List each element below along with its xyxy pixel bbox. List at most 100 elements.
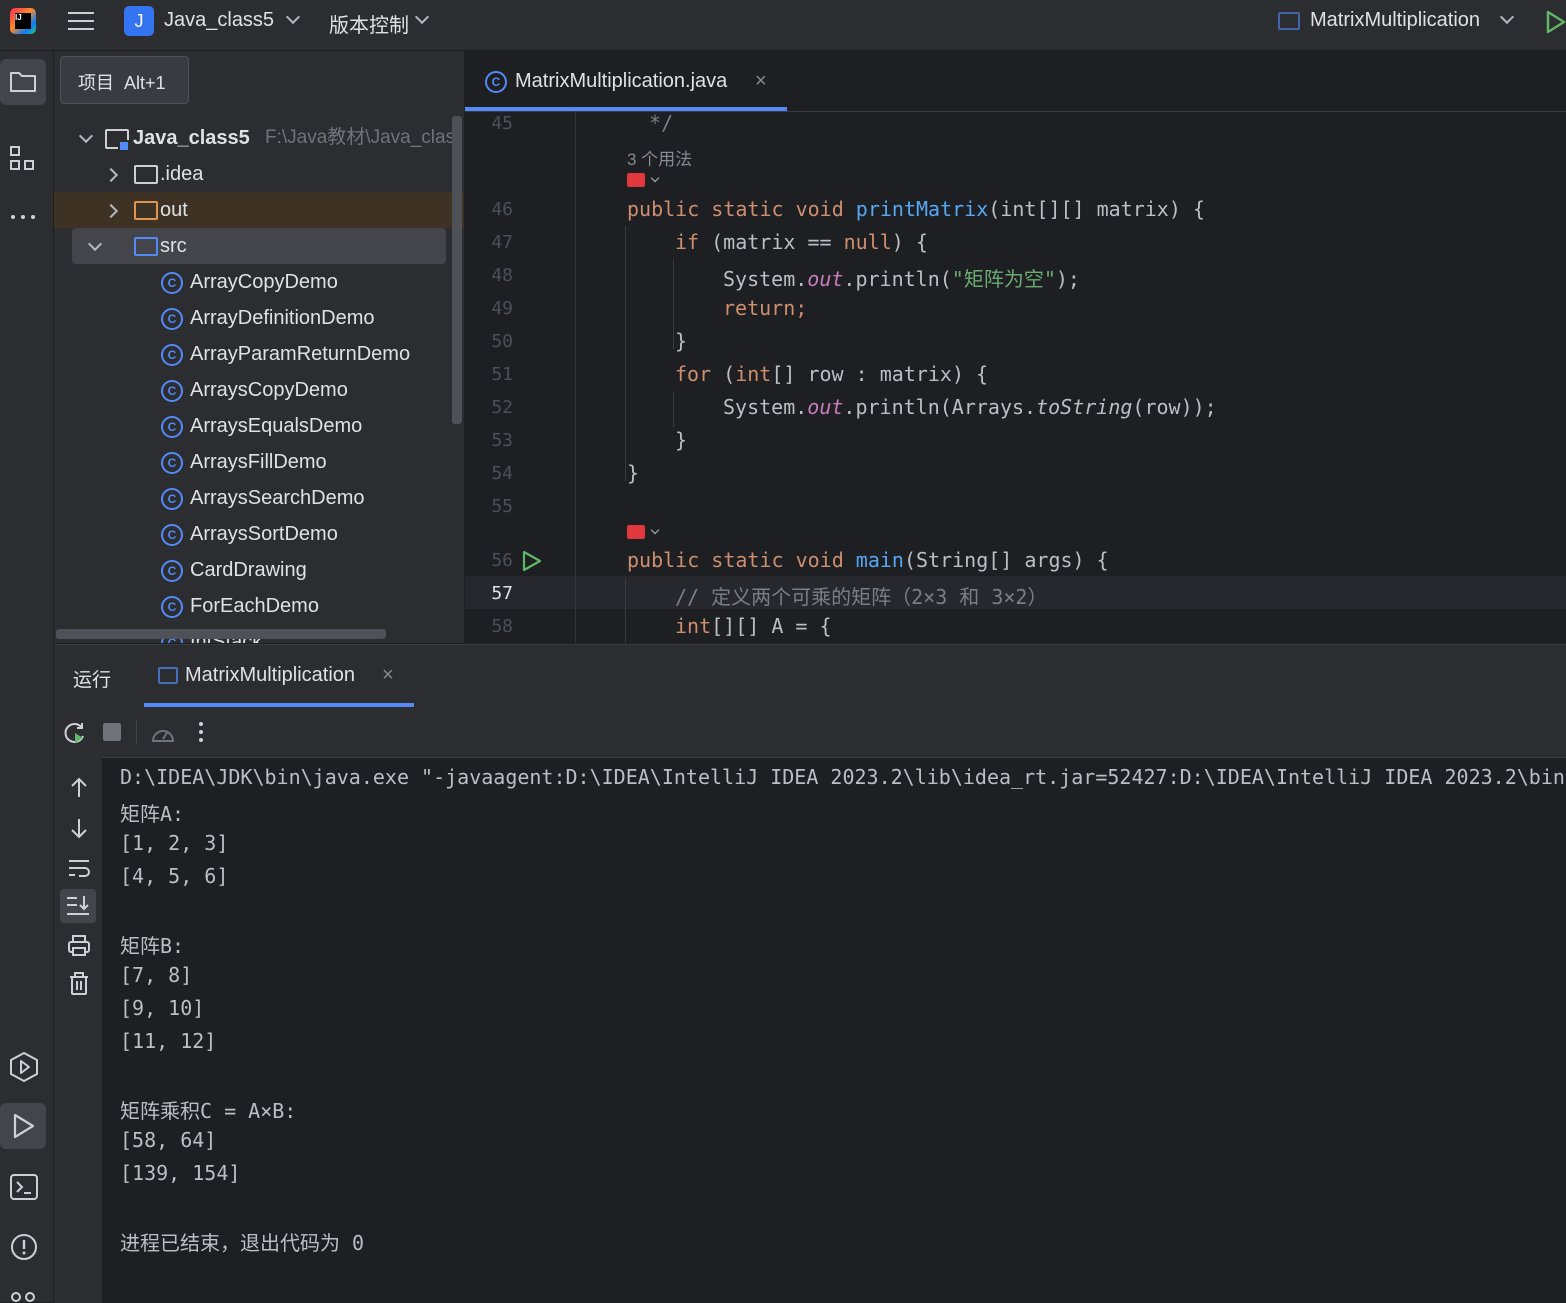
run-button[interactable] [1546, 10, 1566, 34]
structure-icon [10, 146, 34, 170]
indent-guide [625, 226, 626, 481]
close-icon[interactable]: × [382, 664, 394, 687]
class-label: ArraysSortDemo [190, 523, 338, 545]
git-tool-button[interactable] [8, 1289, 40, 1302]
chevron-down-icon [87, 236, 103, 252]
more-vertical-icon [199, 722, 203, 742]
folder-label: out [160, 199, 188, 221]
tree-class-item[interactable]: C ArrayDefinitionDemo [161, 300, 375, 336]
tree-root-java-class5[interactable]: Java_class5 F:\Java教材\Java_clas [54, 120, 464, 156]
code-line-53: } [675, 428, 688, 452]
tree-folder-out[interactable]: out [54, 192, 464, 228]
services-icon [10, 1052, 38, 1082]
tab-matrix-multiplication-java[interactable]: C MatrixMultiplication.java × [465, 51, 787, 111]
profiler-button[interactable] [150, 721, 176, 745]
more-tools-button[interactable] [9, 207, 39, 227]
tree-class-item[interactable]: C ForEachDemo [161, 588, 319, 624]
more-icon [11, 215, 35, 219]
line-number: 50 [491, 331, 513, 352]
soft-wrap-icon [69, 860, 90, 877]
main-menu-icon[interactable] [68, 10, 94, 36]
usage-hint[interactable]: 3 个用法 [627, 145, 692, 170]
class-label: ForEachDemo [190, 595, 319, 617]
module-badge [118, 140, 130, 152]
class-icon: C [161, 271, 183, 294]
printer-icon [68, 935, 90, 956]
more-options-button[interactable] [194, 719, 208, 745]
tree-class-item[interactable]: C ArrayParamReturnDemo [161, 336, 410, 372]
project-panel: 项目 Alt+1 Java_class5 F:\Java教材\Java_clas… [54, 51, 464, 643]
line-number: 46 [491, 199, 513, 220]
line-number: 47 [491, 232, 513, 253]
ai-plugin-icon[interactable] [627, 525, 645, 539]
class-icon: C [161, 379, 183, 402]
tree-class-item[interactable]: C ArrayCopyDemo [161, 264, 338, 300]
tree-class-item[interactable]: C ArraysCopyDemo [161, 372, 348, 408]
services-tool-button[interactable] [8, 1051, 40, 1083]
code-comment-end: */ [637, 111, 674, 135]
problems-tool-button[interactable] [8, 1231, 40, 1263]
tree-class-item[interactable]: C ArraysSearchDemo [161, 480, 365, 516]
class-icon: C [161, 343, 183, 366]
folder-icon [134, 237, 158, 256]
code-line-50: } [675, 329, 688, 353]
git-icon [11, 1292, 35, 1302]
tree-folder-idea[interactable]: .idea [54, 156, 464, 192]
code-line-47: if (matrix == null) { [675, 230, 928, 254]
console-line: [11, 12] [120, 1029, 217, 1053]
structure-tool-button[interactable] [8, 144, 38, 174]
class-icon: C [161, 415, 183, 438]
tree-class-item[interactable]: C CardDrawing [161, 552, 307, 588]
tree-class-item[interactable]: C ArraysFillDemo [161, 444, 327, 480]
console-line: 矩阵乘积C = A×B: [120, 1099, 297, 1123]
scroll-to-end-icon [67, 896, 89, 915]
project-tool-button[interactable] [0, 59, 46, 105]
soft-wrap-button[interactable] [66, 855, 92, 881]
code-line-56: public static void main(String[] args) { [627, 548, 1109, 572]
folder-label: .idea [160, 163, 204, 185]
console-line: [1, 2, 3] [120, 831, 229, 855]
vertical-scrollbar[interactable] [452, 116, 462, 424]
arrow-up-icon [71, 777, 87, 797]
run-side-toolbar [54, 757, 102, 1303]
run-config-selector[interactable]: MatrixMultiplication [1278, 9, 1518, 35]
close-icon[interactable]: × [755, 70, 767, 93]
chevron-down-icon [1499, 9, 1515, 25]
console-line: [7, 8] [120, 963, 193, 987]
class-icon: C [161, 487, 183, 510]
indent-guide [625, 578, 626, 643]
print-button[interactable] [66, 933, 92, 959]
run-config-name: MatrixMultiplication [1310, 9, 1481, 31]
stop-button[interactable] [103, 723, 121, 741]
scroll-down-button[interactable] [66, 815, 92, 841]
code-line-49: return; [723, 296, 808, 320]
run-panel-title: 运行 [73, 670, 112, 691]
line-number: 58 [491, 616, 513, 637]
terminal-icon [10, 1174, 38, 1200]
horizontal-scrollbar[interactable] [56, 629, 386, 639]
scroll-up-button[interactable] [66, 775, 92, 801]
terminal-tool-button[interactable] [8, 1171, 40, 1203]
gutter-divider [575, 111, 576, 643]
tooltip-text: 项目 Alt+1 [78, 73, 166, 93]
gutter-run-button[interactable] [521, 549, 543, 573]
intellij-logo-icon[interactable]: IJ [10, 8, 36, 34]
root-path: F:\Java教材\Java_clas [265, 127, 456, 148]
tree-folder-src[interactable]: src [72, 228, 446, 264]
code-line-58: int[][] A = { [675, 614, 832, 638]
line-number: 55 [491, 496, 513, 517]
clear-output-button[interactable] [66, 971, 92, 997]
class-label: ArrayCopyDemo [190, 271, 338, 293]
ai-plugin-icon[interactable] [627, 173, 645, 187]
run-tool-button[interactable] [0, 1103, 46, 1149]
tree-class-item[interactable]: C ArraysSortDemo [161, 516, 338, 552]
scroll-to-end-button[interactable] [60, 889, 96, 923]
project-tooltip: 项目 Alt+1 [60, 56, 189, 104]
trash-icon [70, 972, 88, 995]
class-icon: C [161, 307, 183, 330]
run-tab-matrix-multiplication[interactable]: MatrixMultiplication × [144, 645, 414, 707]
class-icon: C [485, 71, 507, 93]
tree-class-item[interactable]: C ArraysEqualsDemo [161, 408, 362, 444]
vcs-widget[interactable]: 版本控制 [329, 9, 430, 37]
rerun-button[interactable] [62, 720, 88, 746]
